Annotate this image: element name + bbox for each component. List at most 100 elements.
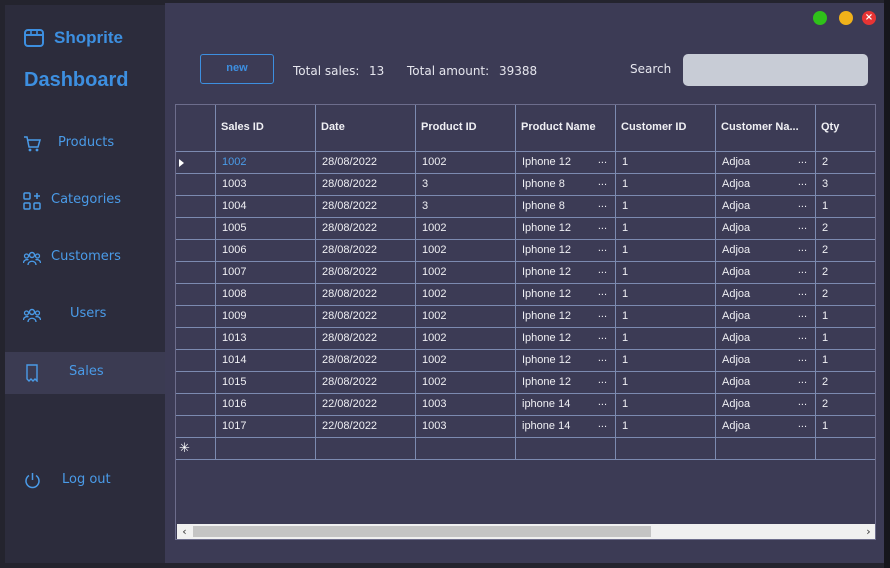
- table-cell[interactable]: 1: [616, 416, 716, 438]
- table-cell[interactable]: Iphone 8...: [516, 196, 616, 218]
- sidebar-item-users[interactable]: Users: [5, 294, 165, 336]
- table-cell[interactable]: 1: [616, 306, 716, 328]
- cell-ellipsis-button[interactable]: ...: [598, 286, 607, 298]
- cell-ellipsis-button[interactable]: ...: [798, 396, 807, 408]
- table-cell[interactable]: 1006: [216, 240, 316, 262]
- table-cell[interactable]: 1002: [416, 306, 516, 328]
- table-cell[interactable]: 22/08/2022: [316, 416, 416, 438]
- table-cell[interactable]: 1002: [416, 350, 516, 372]
- minimize-button[interactable]: [839, 11, 853, 25]
- row-header[interactable]: [176, 240, 216, 262]
- table-cell[interactable]: 28/08/2022: [316, 284, 416, 306]
- row-header[interactable]: [176, 218, 216, 240]
- table-cell[interactable]: Adjoa...: [716, 196, 816, 218]
- row-header[interactable]: [176, 416, 216, 438]
- column-header[interactable]: Qty: [816, 105, 875, 152]
- table-row[interactable]: 1007 28/08/2022 1002 Iphone 12... 1 Adjoa... 2: [176, 262, 875, 284]
- table-cell[interactable]: 1: [816, 416, 875, 438]
- cell-ellipsis-button[interactable]: ...: [798, 352, 807, 364]
- table-row[interactable]: 1002 28/08/2022 1002 Iphone 12... 1 Adjoa... 2: [176, 152, 875, 174]
- table-cell[interactable]: [816, 438, 875, 460]
- table-row[interactable]: 1004 28/08/2022 3 Iphone 8... 1 Adjoa... 1: [176, 196, 875, 218]
- cell-ellipsis-button[interactable]: ...: [798, 374, 807, 386]
- table-cell[interactable]: 1: [616, 372, 716, 394]
- table-row[interactable]: 1013 28/08/2022 1002 Iphone 12... 1 Adjoa... 1: [176, 328, 875, 350]
- table-cell[interactable]: 28/08/2022: [316, 350, 416, 372]
- table-cell[interactable]: 28/08/2022: [316, 372, 416, 394]
- table-cell[interactable]: Iphone 8...: [516, 174, 616, 196]
- table-cell[interactable]: 2: [816, 218, 875, 240]
- table-cell[interactable]: 2: [816, 262, 875, 284]
- cell-ellipsis-button[interactable]: ...: [598, 374, 607, 386]
- table-cell[interactable]: Adjoa...: [716, 372, 816, 394]
- table-cell[interactable]: Adjoa...: [716, 218, 816, 240]
- table-cell[interactable]: 1015: [216, 372, 316, 394]
- table-cell[interactable]: Iphone 12...: [516, 372, 616, 394]
- table-cell[interactable]: 1017: [216, 416, 316, 438]
- table-row[interactable]: 1014 28/08/2022 1002 Iphone 12... 1 Adjoa... 1: [176, 350, 875, 372]
- cell-ellipsis-button[interactable]: ...: [598, 198, 607, 210]
- table-cell[interactable]: 2: [816, 372, 875, 394]
- table-cell[interactable]: 3: [416, 174, 516, 196]
- column-header[interactable]: Sales ID: [216, 105, 316, 152]
- cell-ellipsis-button[interactable]: ...: [598, 396, 607, 408]
- column-header[interactable]: Date: [316, 105, 416, 152]
- table-cell[interactable]: Adjoa...: [716, 328, 816, 350]
- table-cell[interactable]: 1: [816, 196, 875, 218]
- table-cell[interactable]: Iphone 12...: [516, 284, 616, 306]
- cell-ellipsis-button[interactable]: ...: [798, 220, 807, 232]
- scroll-right-icon[interactable]: ›: [861, 524, 875, 539]
- cell-ellipsis-button[interactable]: ...: [798, 418, 807, 430]
- row-header[interactable]: [176, 196, 216, 218]
- logout-button[interactable]: Log out: [5, 463, 165, 497]
- table-cell[interactable]: Adjoa...: [716, 416, 816, 438]
- close-button[interactable]: ×: [862, 11, 876, 25]
- table-cell[interactable]: 1: [616, 328, 716, 350]
- table-cell[interactable]: 1002: [416, 372, 516, 394]
- table-cell[interactable]: Iphone 12...: [516, 218, 616, 240]
- cell-ellipsis-button[interactable]: ...: [598, 264, 607, 276]
- table-cell[interactable]: 1002: [416, 328, 516, 350]
- cell-ellipsis-button[interactable]: ...: [798, 154, 807, 166]
- table-cell[interactable]: iphone 14...: [516, 394, 616, 416]
- table-cell[interactable]: 1016: [216, 394, 316, 416]
- cell-ellipsis-button[interactable]: ...: [598, 418, 607, 430]
- cell-ellipsis-button[interactable]: ...: [798, 286, 807, 298]
- table-cell[interactable]: 1003: [416, 394, 516, 416]
- table-cell[interactable]: 1: [616, 196, 716, 218]
- table-cell[interactable]: 28/08/2022: [316, 328, 416, 350]
- table-row[interactable]: 1016 22/08/2022 1003 iphone 14... 1 Adjoa... 2: [176, 394, 875, 416]
- cell-ellipsis-button[interactable]: ...: [598, 242, 607, 254]
- table-cell[interactable]: Iphone 12...: [516, 240, 616, 262]
- table-row[interactable]: 1005 28/08/2022 1002 Iphone 12... 1 Adjoa... 2: [176, 218, 875, 240]
- table-cell[interactable]: 28/08/2022: [316, 240, 416, 262]
- table-row[interactable]: 1017 22/08/2022 1003 iphone 14... 1 Adjoa... 1: [176, 416, 875, 438]
- cell-ellipsis-button[interactable]: ...: [598, 352, 607, 364]
- table-cell[interactable]: 1002: [416, 218, 516, 240]
- table-cell[interactable]: 28/08/2022: [316, 196, 416, 218]
- column-header[interactable]: Product ID: [416, 105, 516, 152]
- table-cell[interactable]: 3: [416, 196, 516, 218]
- row-header[interactable]: ✳: [176, 438, 216, 460]
- table-cell[interactable]: [416, 438, 516, 460]
- table-cell[interactable]: 1009: [216, 306, 316, 328]
- table-cell[interactable]: 1013: [216, 328, 316, 350]
- row-header[interactable]: [176, 328, 216, 350]
- cell-ellipsis-button[interactable]: ...: [798, 330, 807, 342]
- table-cell[interactable]: 1: [616, 152, 716, 174]
- table-cell[interactable]: 2: [816, 284, 875, 306]
- table-cell[interactable]: 1014: [216, 350, 316, 372]
- table-cell[interactable]: 1: [816, 328, 875, 350]
- table-cell[interactable]: iphone 14...: [516, 416, 616, 438]
- table-cell[interactable]: 1: [616, 174, 716, 196]
- table-cell[interactable]: 2: [816, 394, 875, 416]
- table-cell[interactable]: 1002: [416, 284, 516, 306]
- sidebar-item-sales[interactable]: Sales: [5, 352, 165, 394]
- cell-ellipsis-button[interactable]: ...: [798, 264, 807, 276]
- table-cell[interactable]: 1003: [216, 174, 316, 196]
- table-cell[interactable]: 1: [616, 284, 716, 306]
- table-cell[interactable]: Adjoa...: [716, 394, 816, 416]
- table-row[interactable]: 1009 28/08/2022 1002 Iphone 12... 1 Adjoa... 1: [176, 306, 875, 328]
- table-cell[interactable]: 28/08/2022: [316, 306, 416, 328]
- table-cell[interactable]: Iphone 12...: [516, 350, 616, 372]
